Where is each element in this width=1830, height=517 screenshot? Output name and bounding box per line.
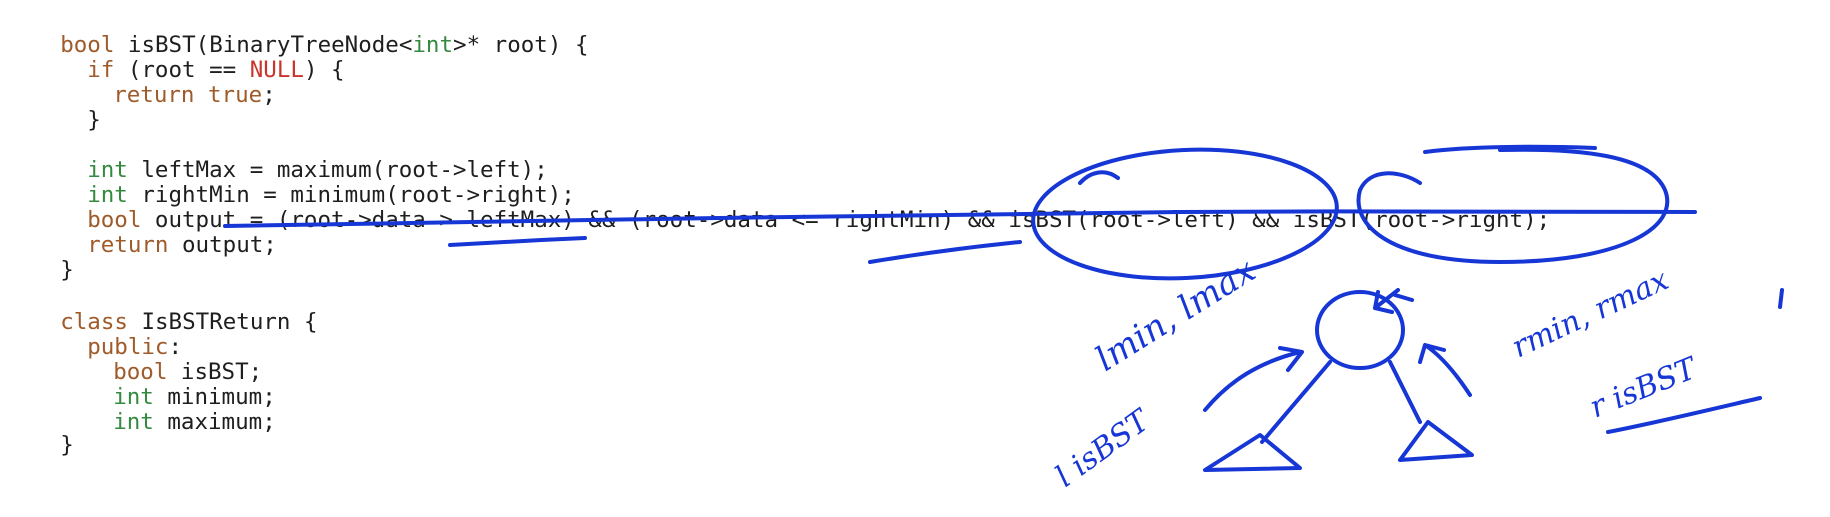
code-line-12: class IsBSTReturn { (6, 280, 317, 335)
code-line-6: int leftMax = maximum(root->left); (33, 128, 548, 183)
code-line-16: int maximum; (59, 380, 276, 435)
code-token-text: maximum; (153, 409, 276, 435)
code-editor: bool isBST(BinaryTreeNode<int>* root) { … (0, 0, 1830, 517)
code-line-17: } (6, 403, 74, 458)
code-token-text: ) { (303, 57, 345, 83)
code-line-13: public: (33, 305, 182, 360)
code-token-keyword: return (113, 82, 195, 108)
code-line-9: return output; (33, 203, 277, 258)
code-token-text: >* root) { (453, 32, 589, 58)
code-line-7: int rightMin = minimum(root->right); (33, 153, 575, 208)
code-line-2: if (root == NULL) { (33, 28, 344, 83)
code-line-8: bool output = (root->data > leftMax) && … (33, 178, 1550, 233)
code-token-text: ; (262, 82, 276, 108)
code-line-15: int minimum; (59, 355, 276, 410)
code-line-14: bool isBST; (59, 330, 262, 385)
code-token-type: int (412, 32, 454, 58)
code-token-literal: true (208, 82, 263, 108)
code-token-text: output; (168, 232, 277, 258)
code-token-type: int (113, 409, 154, 435)
code-token-keyword: return (87, 232, 169, 258)
code-line-1: bool isBST(BinaryTreeNode<int>* root) { (6, 3, 588, 58)
code-token-text: output = (root->data > leftMax) && (root… (141, 207, 1551, 233)
code-token-brace: } (60, 432, 74, 458)
code-line-10: } (6, 228, 74, 283)
code-line-4: } (33, 78, 101, 133)
code-line-3: return true; (59, 53, 276, 108)
